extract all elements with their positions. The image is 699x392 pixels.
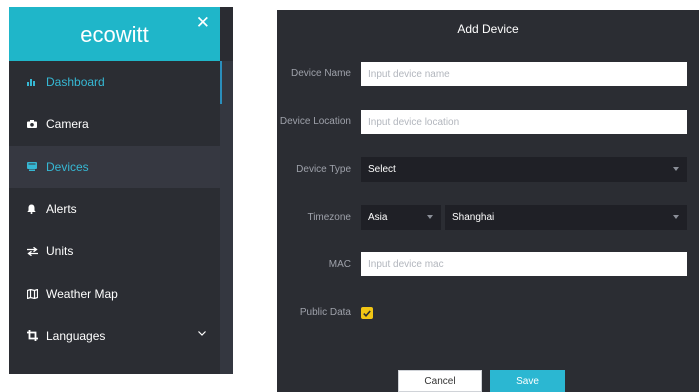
close-icon[interactable]: ✕ [196,14,210,31]
chevron-down-icon[interactable] [198,328,206,339]
timezone-city-select[interactable]: Shanghai [445,205,687,230]
device-type-value: Select [368,164,396,175]
sidebar-item-label: Weather Map [46,286,118,301]
checkmark-icon [363,309,371,317]
sidebar-item-label: Camera [46,117,89,132]
camera-icon [27,120,43,129]
dialog-title: Add Device [457,22,519,36]
timezone-label: Timezone [307,212,351,223]
map-icon [27,288,43,299]
timezone-city-value: Shanghai [452,212,495,223]
swap-arrows-icon [27,246,43,256]
sidebar-edge-lower [220,61,233,374]
sidebar-item-label: Alerts [46,202,77,217]
timezone-region-value: Asia [368,212,388,223]
public-data-checkbox[interactable] [361,307,373,319]
cancel-button[interactable]: Cancel [398,370,482,392]
brand-header: ecowitt ✕ [9,7,220,61]
device-name-input[interactable] [361,62,687,86]
sidebar-item-camera[interactable]: Camera [9,103,220,145]
caret-down-icon [427,215,433,219]
device-location-input[interactable] [361,110,687,134]
device-location-label: Device Location [279,116,351,127]
scroll-indicator [220,61,222,104]
crop-icon [27,330,43,342]
device-type-select[interactable]: Select [361,157,687,182]
sidebar-item-units[interactable]: Units [9,230,220,272]
dashboard-chart-icon [27,78,43,87]
sidebar-item-weather-map[interactable]: Weather Map [9,272,220,314]
device-type-label: Device Type [296,164,351,175]
device-name-label: Device Name [290,68,351,79]
devices-icon [27,162,43,172]
bell-icon [27,204,43,215]
caret-down-icon [673,167,679,171]
sidebar-item-label: Languages [46,328,106,343]
sidebar-edge [220,7,233,61]
sidebar: ecowitt ✕ Dashboard Camera Devices Alert… [9,7,233,374]
sidebar-item-label: Devices [46,159,89,174]
sidebar-item-alerts[interactable]: Alerts [9,188,220,230]
sidebar-item-languages[interactable]: Languages [9,315,220,357]
mac-label: MAC [328,259,351,270]
sidebar-item-label: Units [46,244,74,259]
public-data-label: Public Data [299,307,351,318]
timezone-region-select[interactable]: Asia [361,205,441,230]
brand-logo: ecowitt [80,22,149,47]
sidebar-nav: Dashboard Camera Devices Alerts Units We… [9,61,220,357]
sidebar-item-label: Dashboard [46,75,105,90]
mac-input[interactable] [361,252,687,276]
sidebar-item-devices[interactable]: Devices [9,145,220,188]
save-button[interactable]: Save [490,370,565,392]
caret-down-icon [673,215,679,219]
sidebar-item-dashboard[interactable]: Dashboard [9,61,220,103]
add-device-dialog: Add Device Device Name Device Location D… [277,10,699,392]
